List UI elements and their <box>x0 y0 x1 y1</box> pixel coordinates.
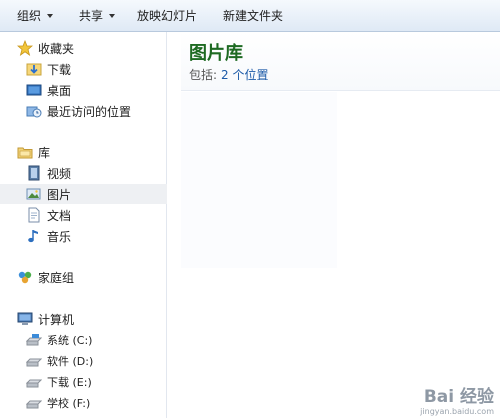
sidebar-item-videos[interactable]: 视频 <box>0 163 192 183</box>
watermark-logo: Bai 经验 <box>423 387 494 407</box>
music-icon <box>26 228 42 244</box>
chevron-down-icon <box>47 13 54 18</box>
sidebar-homegroup-label: 家庭组 <box>38 270 75 285</box>
sidebar-libraries-label: 库 <box>38 145 51 160</box>
sidebar-libraries[interactable]: 库 <box>0 142 183 162</box>
desktop-icon <box>26 82 42 98</box>
sidebar-item-label: 下载 <box>47 62 72 77</box>
sidebar-item-label: 系统 (C:) <box>47 334 93 347</box>
file-list-area[interactable] <box>181 92 337 268</box>
sidebar-item-drive-d[interactable]: 软件 (D:) <box>0 351 192 371</box>
sidebar-item-recent-places[interactable]: 最近访问的位置 <box>0 101 192 121</box>
drive-icon <box>26 395 42 411</box>
drive-icon <box>26 353 42 369</box>
library-includes: 包括: 2 个位置 <box>189 66 269 83</box>
sidebar-favorites[interactable]: 收藏夹 <box>0 38 183 58</box>
sidebar-item-label: 桌面 <box>47 83 72 98</box>
sidebar-item-music[interactable]: 音乐 <box>0 226 192 246</box>
organize-button[interactable]: 组织 <box>0 0 62 31</box>
share-label: 共享 <box>79 9 104 23</box>
videos-icon <box>26 165 42 181</box>
sidebar-item-downloads[interactable]: 下载 <box>0 59 192 79</box>
system-drive-icon <box>26 332 42 348</box>
page-title: 图片库 <box>189 43 243 64</box>
sidebar-item-label: 文档 <box>47 208 72 223</box>
navigation-pane: 收藏夹 下载 桌面 最近访问的位置 库 视频 图片 文档 音乐 家庭组 计算机 … <box>0 32 192 418</box>
star-icon <box>17 40 33 56</box>
library-folder-icon <box>17 144 33 160</box>
sidebar-homegroup[interactable]: 家庭组 <box>0 267 183 287</box>
share-button[interactable]: 共享 <box>62 0 124 31</box>
sidebar-item-label: 软件 (D:) <box>47 355 94 368</box>
recent-places-icon <box>26 103 42 119</box>
sidebar-item-desktop[interactable]: 桌面 <box>0 80 192 100</box>
sidebar-item-pictures[interactable]: 图片 <box>0 184 192 204</box>
sidebar-item-label: 视频 <box>47 166 72 181</box>
includes-label: 包括: <box>189 68 218 82</box>
watermark: Bai 经验 jingyan.baidu.com <box>420 382 494 416</box>
watermark-url: jingyan.baidu.com <box>420 407 494 416</box>
new-folder-label: 新建文件夹 <box>223 9 284 23</box>
sidebar-item-drive-e[interactable]: 下载 (E:) <box>0 372 192 392</box>
slideshow-button[interactable]: 放映幻灯片 <box>124 0 210 31</box>
sidebar-computer-label: 计算机 <box>38 312 75 327</box>
sidebar-item-label: 音乐 <box>47 229 72 244</box>
drive-icon <box>26 374 42 390</box>
locations-link[interactable]: 2 个位置 <box>221 68 268 82</box>
sidebar-item-label: 图片 <box>47 187 72 202</box>
pictures-icon <box>26 186 42 202</box>
organize-label: 组织 <box>17 9 42 23</box>
sidebar-item-label: 下载 (E:) <box>47 376 92 389</box>
chevron-down-icon <box>109 13 116 18</box>
command-bar: 组织 共享 放映幻灯片 新建文件夹 <box>0 0 500 32</box>
sidebar-item-label: 最近访问的位置 <box>47 104 132 119</box>
sidebar-item-drive-c[interactable]: 系统 (C:) <box>0 330 192 350</box>
library-header: 图片库 包括: 2 个位置 <box>181 32 500 91</box>
sidebar-computer[interactable]: 计算机 <box>0 309 183 329</box>
new-folder-button[interactable]: 新建文件夹 <box>210 0 296 31</box>
sidebar-item-documents[interactable]: 文档 <box>0 205 192 225</box>
sidebar-item-drive-f[interactable]: 学校 (F:) <box>0 393 192 413</box>
sidebar-favorites-label: 收藏夹 <box>38 41 75 56</box>
content-pane: 图片库 包括: 2 个位置 <box>167 32 500 418</box>
computer-icon <box>17 311 33 327</box>
documents-icon <box>26 207 42 223</box>
homegroup-icon <box>17 269 33 285</box>
slideshow-label: 放映幻灯片 <box>137 9 198 23</box>
sidebar-item-label: 学校 (F:) <box>47 397 91 410</box>
download-folder-icon <box>26 61 42 77</box>
